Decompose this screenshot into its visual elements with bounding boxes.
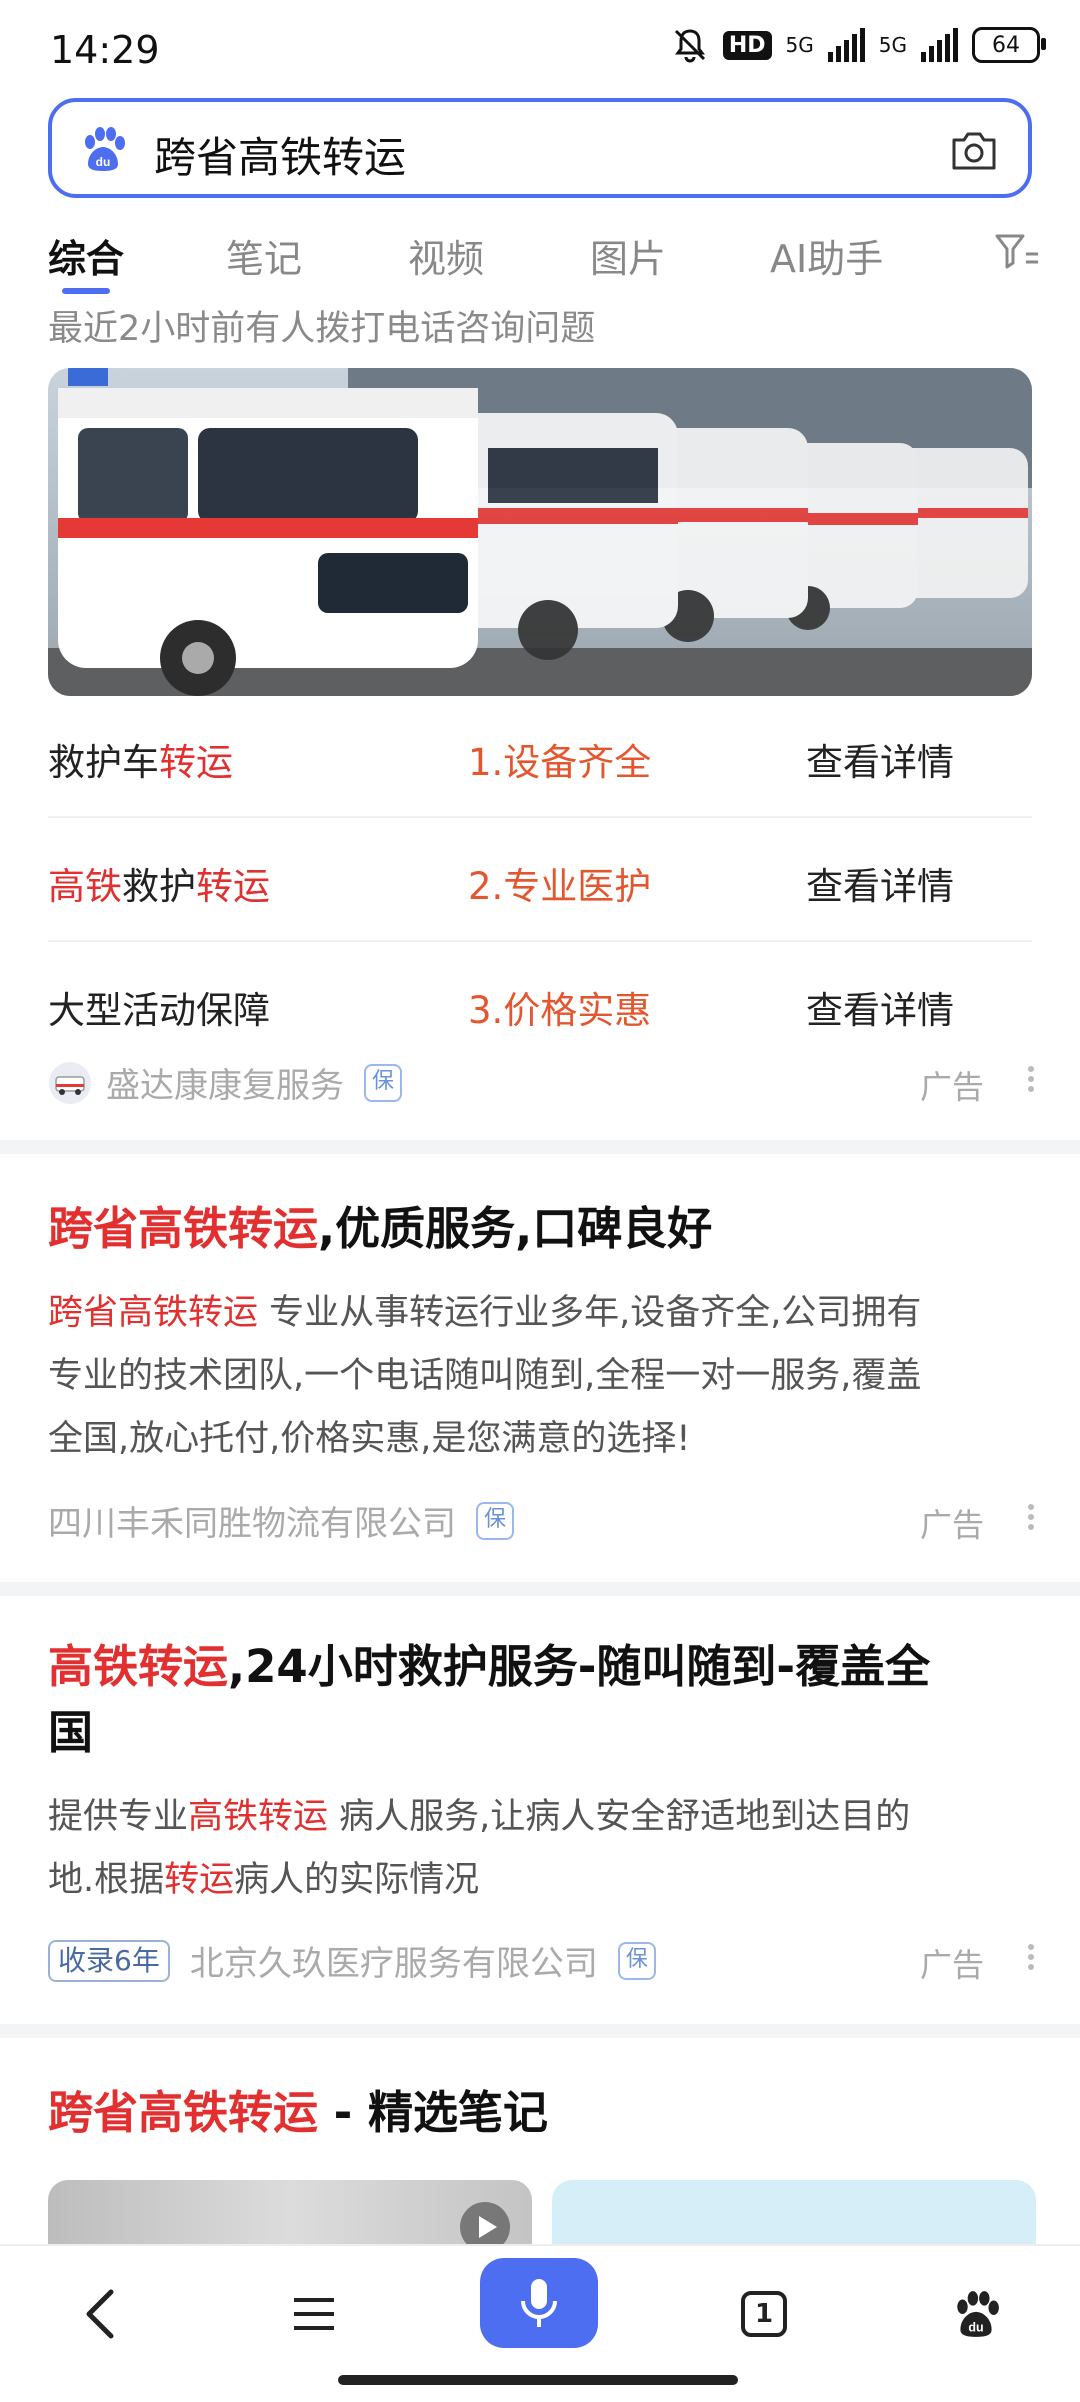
svg-text:du: du xyxy=(968,2321,983,2335)
ad3-source-name: 北京久玖医疗服务有限公司 xyxy=(189,1944,598,1984)
guarantee-badge: 保 xyxy=(476,1501,514,1540)
ad2-title[interactable]: 跨省高铁转运,优质服务,口碑良好 xyxy=(48,1196,1032,1262)
baidu-home-button[interactable]: du xyxy=(946,2284,1006,2344)
ambulance-photo xyxy=(48,368,1032,696)
net-label-1: 5G xyxy=(785,33,814,57)
play-icon xyxy=(460,2202,510,2250)
camera-icon[interactable] xyxy=(950,128,998,172)
ad1-source[interactable]: 盛达康康复服务 保 xyxy=(48,1058,402,1107)
home-indicator[interactable] xyxy=(338,2375,738,2385)
net-label-2: 5G xyxy=(878,33,907,57)
note-card-1[interactable] xyxy=(48,2180,532,2250)
ad3-more-icon[interactable] xyxy=(1028,1940,1036,1974)
tabs-button[interactable]: 1 xyxy=(734,2284,794,2344)
ad-row-2-feature: 2.专业医护 xyxy=(468,865,652,908)
filter-icon[interactable] xyxy=(994,232,1040,272)
status-time: 14:29 xyxy=(50,28,160,72)
battery-level: 64 xyxy=(992,32,1020,58)
ambulance-avatar-icon xyxy=(49,1061,91,1104)
svg-text:du: du xyxy=(96,155,111,169)
tab-bar: 综合 笔记 视频 图片 AI助手 xyxy=(0,228,1080,298)
record-years-badge: 收录6年 xyxy=(48,1939,170,1982)
ad-row-1-service: 救护车转运 xyxy=(48,741,233,784)
ad-ambulance-image[interactable] xyxy=(48,368,1032,696)
notes-section-title[interactable]: 跨省高铁转运 - 精选笔记 xyxy=(48,2080,1032,2146)
ad-row-3-feature: 3.价格实惠 xyxy=(468,989,652,1032)
signal-icon xyxy=(827,28,865,62)
guarantee-badge: 保 xyxy=(617,1941,656,1980)
battery-icon: 64 xyxy=(972,27,1046,63)
section-separator xyxy=(0,1582,1080,1596)
tab-count: 1 xyxy=(754,2299,774,2329)
ad-row-2-details-link[interactable]: 查看详情 xyxy=(806,856,954,910)
signal-icon-2 xyxy=(921,28,958,62)
ad-row-3-service: 大型活动保障 xyxy=(48,989,270,1032)
ad3-title[interactable]: 高铁转运,24小时救护服务-随叫随到-覆盖全 国 xyxy=(48,1634,1032,1766)
ad2-ad-label: 广告 xyxy=(919,1506,984,1544)
tab-images[interactable]: 图片 xyxy=(590,228,666,283)
baidu-paw-icon: du xyxy=(85,127,125,171)
ad2-source[interactable]: 四川丰禾同胜物流有限公司 保 xyxy=(48,1496,514,1545)
ad2-source-name: 四川丰禾同胜物流有限公司 xyxy=(48,1504,456,1544)
back-button[interactable] xyxy=(70,2284,130,2344)
ad-row-1-details-link[interactable]: 查看详情 xyxy=(806,732,954,786)
ad-row-2-service: 高铁救护转运 xyxy=(48,865,270,908)
hd-badge: HD xyxy=(722,30,772,60)
ad-row-3[interactable]: 大型活动保障 3.价格实惠 查看详情 xyxy=(48,940,1032,1064)
search-query[interactable]: 跨省高铁转运 xyxy=(154,124,406,185)
bell-muted-icon xyxy=(674,29,705,63)
menu-icon xyxy=(294,2298,334,2330)
voice-search-button[interactable] xyxy=(480,2258,598,2348)
tab-notes[interactable]: 笔记 xyxy=(226,228,302,283)
ad1-more-icon[interactable] xyxy=(1028,1062,1036,1096)
tab-ai-assistant[interactable]: AI助手 xyxy=(770,228,883,283)
note-card-2[interactable] xyxy=(552,2180,1036,2250)
tab-all[interactable]: 综合 xyxy=(48,228,124,283)
baidu-paw-icon: du xyxy=(957,2291,999,2337)
ad-row-2[interactable]: 高铁救护转运 2.专业医护 查看详情 xyxy=(48,816,1032,942)
guarantee-badge: 保 xyxy=(364,1063,402,1102)
search-box[interactable]: du 跨省高铁转运 xyxy=(48,98,1032,198)
back-arrow-icon xyxy=(86,2289,114,2339)
ad1-ad-label: 广告 xyxy=(919,1068,984,1106)
recent-call-note: 最近2小时前有人拨打电话咨询问题 xyxy=(48,309,596,349)
ad-row-1-feature: 1.设备齐全 xyxy=(468,741,652,784)
section-separator xyxy=(0,2024,1080,2038)
ad3-description: 提供专业高铁转运 病人服务,让病人安全舒适地到达目的 地.根据转运病人的实际情况 xyxy=(48,1797,911,1900)
tab-active-indicator xyxy=(62,288,110,294)
ad3-source[interactable]: 收录6年 北京久玖医疗服务有限公司 保 xyxy=(48,1936,656,1985)
status-bar: 14:29 HD 5G 5G 64 xyxy=(0,0,1080,96)
ad3-ad-label: 广告 xyxy=(919,1946,984,1984)
ad-row-3-details-link[interactable]: 查看详情 xyxy=(806,980,954,1034)
ad2-more-icon[interactable] xyxy=(1028,1500,1036,1534)
status-icons: HD 5G 5G 64 xyxy=(671,26,1046,64)
section-separator xyxy=(0,1140,1080,1154)
ad1-source-name: 盛达康康复服务 xyxy=(106,1066,344,1106)
ad2-description: 跨省高铁转运 专业从事转运行业多年,设备齐全,公司拥有 专业的技术团队,一个电话… xyxy=(48,1293,922,1459)
menu-button[interactable] xyxy=(284,2284,344,2344)
microphone-icon xyxy=(521,2279,557,2327)
ad-row-1[interactable]: 救护车转运 1.设备齐全 查看详情 xyxy=(48,692,1032,818)
tab-video[interactable]: 视频 xyxy=(408,228,484,283)
